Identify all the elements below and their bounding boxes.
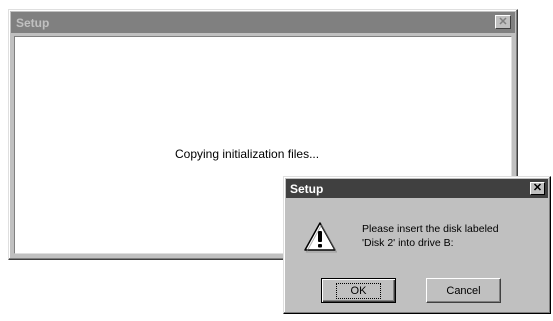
close-icon: ✕ (532, 182, 543, 194)
setup-window-close-button[interactable]: ✕ (495, 15, 511, 29)
desktop: Setup ✕ Copying initialization files... … (0, 0, 553, 321)
dialog-title: Setup (290, 181, 324, 196)
setup-window-title: Setup (16, 15, 50, 30)
message-line-1: Please insert the disk labeled (362, 223, 499, 235)
copying-status-text: Copying initialization files... (175, 147, 320, 161)
ok-button[interactable]: OK (321, 278, 396, 303)
warning-icon (304, 222, 337, 253)
ok-button-label: OK (335, 282, 382, 299)
cancel-button[interactable]: Cancel (426, 278, 501, 303)
dialog-message: Please insert the disk labeled 'Disk 2' … (362, 222, 499, 250)
message-line-2: 'Disk 2' into drive B: (362, 237, 454, 249)
insert-disk-dialog: Setup ✕ Please insert the disk labeled '… (283, 176, 551, 314)
dialog-close-button[interactable]: ✕ (530, 182, 545, 195)
close-icon: ✕ (498, 16, 508, 28)
dialog-titlebar[interactable]: Setup ✕ (286, 179, 548, 198)
setup-window-titlebar[interactable]: Setup ✕ (11, 12, 515, 33)
